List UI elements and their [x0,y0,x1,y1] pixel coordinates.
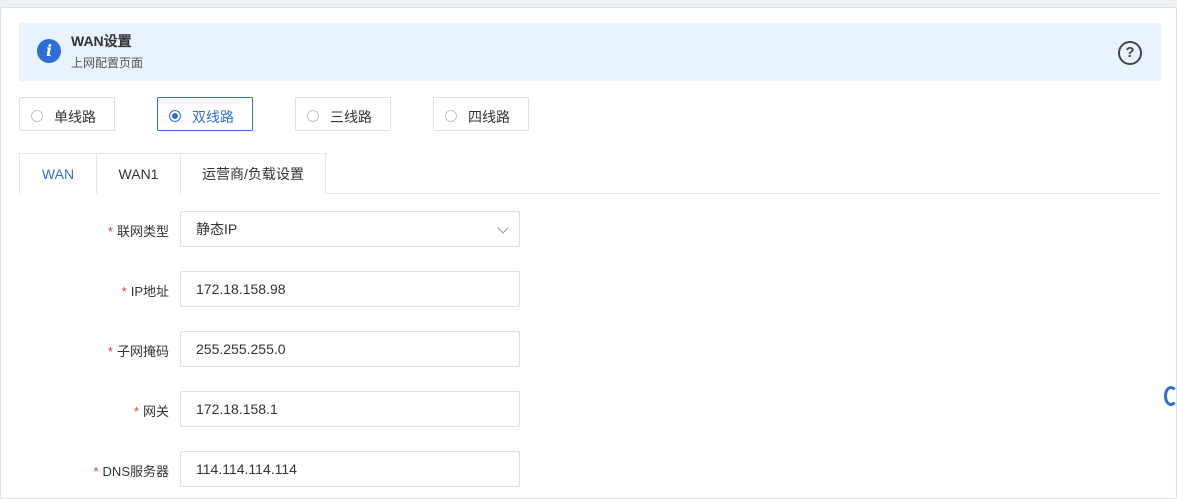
line-mode-label: 四线路 [468,109,510,125]
connection-type-value: 静态IP [196,221,238,237]
floating-support-icon[interactable] [1164,386,1177,406]
line-mode-label: 双线路 [192,109,234,125]
connection-type-label: * 联网类型 [107,224,169,239]
line-mode-label: 单线路 [54,109,96,125]
line-mode-label: 三线路 [330,109,372,125]
page-subtitle: 上网配置页面 [71,56,144,70]
ip-address-input[interactable]: 172.18.158.98 [180,271,520,307]
required-mark: * [93,464,99,479]
line-mode-dual[interactable]: 双线路 [157,97,253,131]
radio-unchecked-icon [31,110,43,122]
gateway-label: * 网关 [133,404,169,419]
subnet-mask-label: * 子网掩码 [107,344,169,359]
required-mark: * [133,404,139,419]
radio-unchecked-icon [307,110,319,122]
dns-server-label: * DNS服务器 [93,464,169,479]
line-mode-single[interactable]: 单线路 [19,97,115,131]
connection-type-select[interactable]: 静态IP [180,211,520,247]
radio-checked-icon [169,110,181,122]
help-icon[interactable]: ? [1118,41,1142,65]
radio-unchecked-icon [445,110,457,122]
tab-wan[interactable]: WAN [19,153,97,194]
tab-isp-load[interactable]: 运营商/负载设置 [180,153,326,194]
dns-server-input[interactable]: 114.114.114.114 [180,451,520,487]
page-title: WAN设置 [71,33,132,49]
chevron-down-icon [497,222,509,234]
wan-settings-panel: i WAN设置 上网配置页面 ? 单线路 双线路 三线路 四线路 WAN WAN… [0,7,1177,499]
line-mode-triple[interactable]: 三线路 [295,97,391,131]
required-mark: * [121,284,127,299]
required-mark: * [107,344,113,359]
required-mark: * [107,224,113,239]
tab-wan1[interactable]: WAN1 [96,153,181,194]
subnet-mask-input[interactable]: 255.255.255.0 [180,331,520,367]
info-banner: i WAN设置 上网配置页面 ? [19,23,1161,81]
line-mode-quad[interactable]: 四线路 [433,97,529,131]
info-icon: i [37,39,61,63]
ip-address-label: * IP地址 [121,284,169,299]
gateway-input[interactable]: 172.18.158.1 [180,391,520,427]
